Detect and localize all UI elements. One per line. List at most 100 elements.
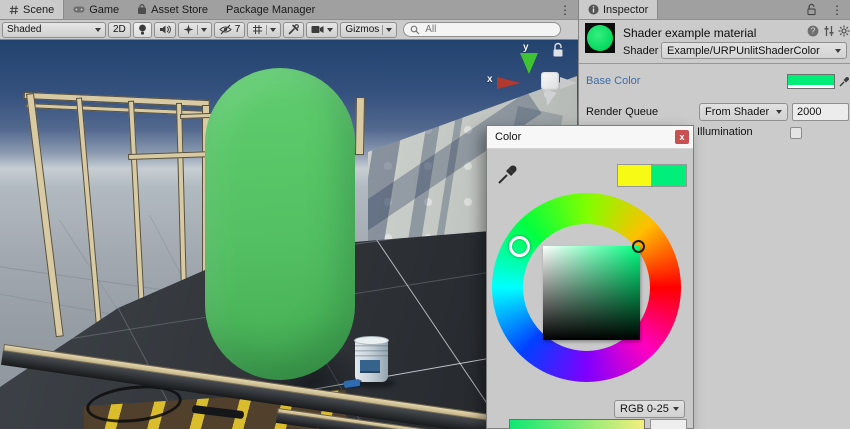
scene-panel-menu-icon[interactable]: ⋮ xyxy=(552,0,578,19)
tab-package-manager[interactable]: Package Manager xyxy=(217,0,324,19)
help-icon[interactable]: ? xyxy=(807,25,819,37)
chevron-down-icon xyxy=(386,28,392,32)
render-queue-label: Render Queue xyxy=(586,106,658,118)
video-camera-icon xyxy=(311,25,324,34)
tools-icon xyxy=(288,24,299,35)
separator xyxy=(382,25,383,35)
tab-inspector[interactable]: Inspector xyxy=(579,0,658,19)
grid-icon xyxy=(252,24,263,35)
tool-settings-button[interactable] xyxy=(283,22,304,38)
chevron-down-icon xyxy=(95,28,101,32)
hidden-objects-count: 7 xyxy=(235,24,241,35)
color-eyedropper-icon[interactable] xyxy=(497,163,519,185)
tab-game-label: Game xyxy=(89,4,119,16)
divider xyxy=(579,63,850,64)
shading-mode-label: Shaded xyxy=(7,24,41,35)
svg-text:?: ? xyxy=(811,27,816,36)
effects-dropdown-button[interactable] xyxy=(178,22,212,38)
scene-search-input[interactable] xyxy=(423,23,533,36)
hidden-objects-button[interactable]: 7 xyxy=(214,22,246,38)
scene-search-field[interactable] xyxy=(403,22,561,37)
red-channel-value-field[interactable] xyxy=(650,419,687,429)
scene-toolbar: Shaded 2D xyxy=(0,20,578,40)
grid-snap-dropdown-button[interactable] xyxy=(247,22,281,38)
info-icon xyxy=(588,4,599,15)
scene-lock-icon[interactable] xyxy=(551,42,565,58)
previous-color-swatch[interactable] xyxy=(618,165,652,186)
inspector-panel-menu-icon[interactable]: ⋮ xyxy=(824,0,850,19)
tab-game[interactable]: Game xyxy=(64,0,128,19)
2d-label: 2D xyxy=(113,24,126,35)
saturation-value-selector[interactable] xyxy=(632,240,645,253)
red-channel-slider[interactable] xyxy=(509,419,645,429)
frame-stud xyxy=(128,101,146,329)
gizmo-x-axis-cone[interactable] xyxy=(497,77,521,89)
wall-corner-stud xyxy=(355,97,365,155)
presets-icon[interactable] xyxy=(823,25,835,37)
gear-icon[interactable] xyxy=(838,25,850,37)
gizmo-x-label[interactable]: x xyxy=(487,74,493,85)
saturation-value-square[interactable] xyxy=(543,246,640,340)
color-dialog-title: Color xyxy=(495,131,521,143)
inspector-lock-icon[interactable] xyxy=(799,0,824,19)
speaker-icon xyxy=(159,24,171,35)
material-preview[interactable] xyxy=(585,23,615,53)
light-bulb-icon xyxy=(138,24,147,36)
close-button[interactable]: x xyxy=(675,130,689,144)
eyedropper-button[interactable] xyxy=(837,74,850,89)
shader-label: Shader xyxy=(623,45,658,57)
effects-sparkle-icon xyxy=(183,24,194,35)
scene-tabbar: Scene Game Asset Store Package Manager ⋮ xyxy=(0,0,578,20)
current-color-swatch[interactable] xyxy=(652,165,686,186)
color-mode-dropdown[interactable]: RGB 0-255 xyxy=(614,400,685,418)
gizmos-label: Gizmos xyxy=(345,24,379,35)
gizmo-y-label[interactable]: y xyxy=(523,42,529,53)
close-icon: x xyxy=(679,132,684,142)
shading-mode-dropdown[interactable]: Shaded xyxy=(2,22,106,38)
chevron-down-icon xyxy=(270,28,276,32)
chevron-down-icon xyxy=(201,28,207,32)
color-dialog-titlebar[interactable]: Color x xyxy=(487,126,693,149)
material-name: Shader example material xyxy=(623,26,756,40)
tab-asset-store-label: Asset Store xyxy=(151,4,208,16)
2d-toggle-button[interactable]: 2D xyxy=(108,22,131,38)
audio-toggle-button[interactable] xyxy=(154,22,176,38)
tab-scene-label: Scene xyxy=(23,4,54,16)
capsule-object[interactable] xyxy=(205,68,355,380)
tab-inspector-label: Inspector xyxy=(603,4,648,16)
render-queue-input[interactable] xyxy=(792,103,849,121)
base-color-swatch[interactable] xyxy=(787,74,835,89)
frame-mid-rail xyxy=(128,151,208,160)
separator xyxy=(197,25,198,35)
asset-store-bag-icon xyxy=(137,4,147,15)
bucket-ridges xyxy=(355,345,388,359)
shader-dropdown[interactable]: Example/URPUnlitShaderColor xyxy=(661,42,847,59)
chevron-down-icon xyxy=(673,407,679,411)
gizmos-dropdown[interactable]: Gizmos xyxy=(340,22,397,38)
render-queue-dropdown[interactable]: From Shader xyxy=(699,103,788,121)
tab-scene[interactable]: Scene xyxy=(0,0,64,19)
gizmo-center-cube[interactable] xyxy=(541,72,559,90)
tab-asset-store[interactable]: Asset Store xyxy=(128,0,217,19)
bucket-label xyxy=(360,360,380,373)
base-color-label: Base Color xyxy=(586,75,640,87)
chevron-down-icon xyxy=(327,28,333,32)
chevron-down-icon xyxy=(776,110,782,114)
hue-selector[interactable] xyxy=(509,236,530,257)
gizmo-z-axis-cone[interactable] xyxy=(560,77,577,89)
gizmo-y-axis-cone[interactable] xyxy=(520,53,538,74)
search-icon xyxy=(410,25,420,35)
bucket-rim xyxy=(354,336,389,345)
lighting-toggle-button[interactable] xyxy=(133,22,152,38)
frame-stud xyxy=(76,97,103,335)
inspector-tabbar: Inspector ⋮ xyxy=(579,0,850,20)
illumination-checkbox[interactable] xyxy=(790,127,802,139)
gamepad-icon xyxy=(73,5,85,14)
camera-dropdown-button[interactable] xyxy=(306,22,338,38)
material-preview-sphere xyxy=(587,25,613,51)
color-picker-dialog: Color x RGB 0-255 xyxy=(486,125,694,429)
eye-slash-icon xyxy=(219,24,232,35)
separator xyxy=(266,25,267,35)
frame-stud xyxy=(26,93,64,337)
color-mode-label: RGB 0-255 xyxy=(620,403,669,415)
